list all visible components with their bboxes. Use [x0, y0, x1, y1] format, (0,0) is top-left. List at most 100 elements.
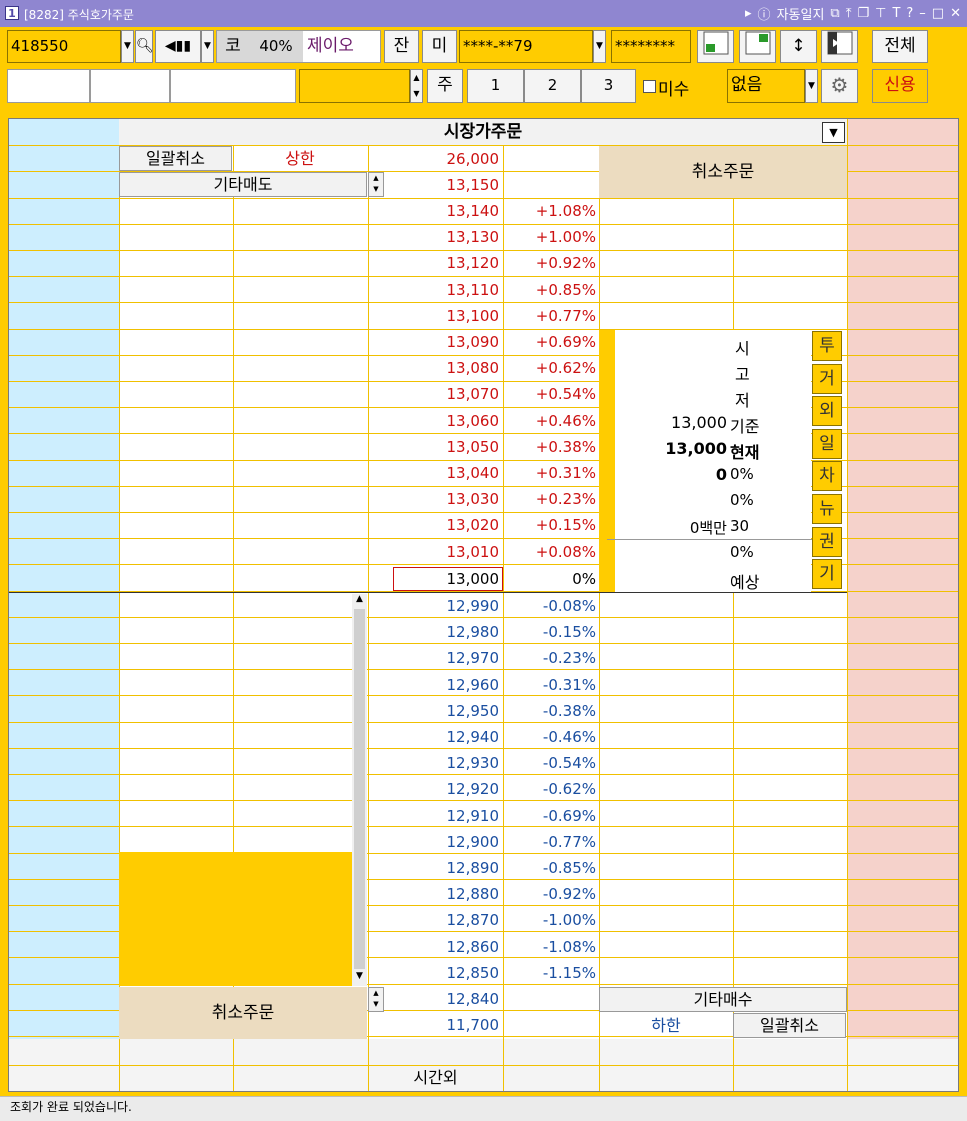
- search-icon[interactable]: 🔍︎: [135, 30, 154, 63]
- bid-price-6[interactable]: 12,930: [368, 750, 503, 776]
- top-ask-price[interactable]: 13,150: [368, 172, 503, 198]
- bid-price-8[interactable]: 12,910: [368, 803, 503, 829]
- side-tab-0[interactable]: 투: [812, 331, 842, 361]
- side-tab-6[interactable]: 권: [812, 527, 842, 557]
- cancel-all-sell-button[interactable]: 일괄취소: [119, 146, 232, 171]
- stock-code-input[interactable]: 418550: [7, 30, 121, 63]
- cancel-order-buy-button[interactable]: 취소주문: [119, 987, 367, 1039]
- all-button[interactable]: 전체: [872, 30, 928, 63]
- account-input[interactable]: ****-**79: [459, 30, 593, 63]
- auto-log-button[interactable]: 자동일지: [777, 4, 825, 23]
- lower-limit-price[interactable]: 11,700: [368, 1012, 503, 1038]
- auto-log-icon[interactable]: ⓘ: [758, 4, 771, 23]
- quantity-input[interactable]: [299, 69, 410, 103]
- password-input[interactable]: ********: [611, 30, 691, 63]
- panel-toggle-icon[interactable]: [821, 30, 858, 63]
- qty-2-button[interactable]: 2: [524, 69, 581, 103]
- ask-price-10[interactable]: 13,040: [368, 460, 503, 486]
- current-price-cell[interactable]: 13,000: [368, 566, 503, 592]
- side-tab-2[interactable]: 외: [812, 396, 842, 426]
- bid-price-7[interactable]: 12,920: [368, 776, 503, 802]
- expand-vertical-icon[interactable]: ↕: [780, 30, 817, 63]
- misu-checkbox[interactable]: [643, 80, 656, 93]
- speaker-dropdown-icon[interactable]: ▼: [201, 30, 214, 63]
- ask-price-2[interactable]: 13,120: [368, 250, 503, 276]
- bid-price-0[interactable]: 12,990: [368, 593, 503, 619]
- ask-price-3[interactable]: 13,110: [368, 277, 503, 303]
- ask-price-5[interactable]: 13,090: [368, 329, 503, 355]
- empty-field-2[interactable]: [90, 69, 170, 103]
- help-icon[interactable]: ?: [906, 6, 913, 21]
- pin-icon[interactable]: ⊤: [875, 6, 886, 21]
- bid-rate-13: -1.08%: [542, 938, 596, 956]
- credit-button[interactable]: 신용: [872, 69, 928, 103]
- bid-rate-7: -0.62%: [542, 780, 596, 798]
- ask-price-12[interactable]: 13,020: [368, 512, 503, 538]
- bid-price-12[interactable]: 12,870: [368, 907, 503, 933]
- side-tab-1[interactable]: 거: [812, 364, 842, 394]
- bid-price-10[interactable]: 12,890: [368, 855, 503, 881]
- account-dropdown-icon[interactable]: ▼: [593, 30, 606, 63]
- other-buy-button[interactable]: 기타매수: [599, 987, 847, 1012]
- ask-price-4[interactable]: 13,100: [368, 303, 503, 329]
- ask-price-13[interactable]: 13,010: [368, 539, 503, 565]
- link-icon[interactable]: ⧉: [830, 6, 839, 21]
- cancel-all-buy-button[interactable]: 일괄취소: [733, 1013, 846, 1038]
- play-icon[interactable]: ▸: [745, 6, 752, 21]
- bid-price-3[interactable]: 12,960: [368, 672, 503, 698]
- order-type-dropdown-icon[interactable]: ▼: [822, 122, 845, 143]
- side-tab-5[interactable]: 뉴: [812, 494, 842, 524]
- empty-field-1[interactable]: [7, 69, 90, 103]
- scroll-down-icon[interactable]: ▼: [352, 971, 367, 986]
- empty-field-3[interactable]: [170, 69, 296, 103]
- order-condition-select[interactable]: 없음: [727, 69, 805, 103]
- unfilled-button[interactable]: 미: [422, 30, 457, 63]
- bid-rate-5: -0.46%: [542, 728, 596, 746]
- condition-dropdown-icon[interactable]: ▼: [805, 69, 818, 103]
- buy-scrollbar[interactable]: ▲ ▼: [352, 594, 367, 986]
- bid-price-9[interactable]: 12,900: [368, 829, 503, 855]
- cancel-order-sell-button[interactable]: 취소주문: [599, 146, 847, 198]
- ask-rate-1: +1.00%: [535, 228, 596, 246]
- ask-price-1[interactable]: 13,130: [368, 224, 503, 250]
- side-tab-4[interactable]: 차: [812, 461, 842, 491]
- font-icon[interactable]: T: [892, 6, 900, 21]
- ask-price-11[interactable]: 13,030: [368, 486, 503, 512]
- bid-price-2[interactable]: 12,970: [368, 645, 503, 671]
- layout-icon-2[interactable]: [739, 30, 776, 63]
- side-tab-3[interactable]: 일: [812, 429, 842, 459]
- qty-3-button[interactable]: 3: [581, 69, 636, 103]
- ask-price-7[interactable]: 13,070: [368, 381, 503, 407]
- bid-price-13[interactable]: 12,860: [368, 934, 503, 960]
- upper-limit-price[interactable]: 26,000: [368, 146, 503, 172]
- bid-price-4[interactable]: 12,950: [368, 698, 503, 724]
- base-price-value: 13,000: [671, 413, 727, 432]
- code-dropdown-icon[interactable]: ▼: [121, 30, 134, 63]
- scroll-thumb[interactable]: [354, 609, 365, 969]
- qty-1-button[interactable]: 1: [467, 69, 524, 103]
- side-tab-7[interactable]: 기: [812, 559, 842, 589]
- speaker-icon[interactable]: ◀▮▮: [155, 30, 201, 63]
- balance-button[interactable]: 잔: [384, 30, 419, 63]
- shares-button[interactable]: 주: [427, 69, 463, 103]
- bid-price-11[interactable]: 12,880: [368, 881, 503, 907]
- quantity-stepper[interactable]: ▲ ▼: [410, 69, 423, 103]
- ask-price-6[interactable]: 13,080: [368, 355, 503, 381]
- other-sell-button[interactable]: 기타매도: [119, 172, 367, 197]
- minimize-icon[interactable]: –: [919, 6, 926, 21]
- ask-price-0[interactable]: 13,140: [368, 198, 503, 224]
- bid-price-14[interactable]: 12,850: [368, 960, 503, 986]
- ask-price-9[interactable]: 13,050: [368, 434, 503, 460]
- pin-top-icon[interactable]: ⤒: [846, 6, 852, 21]
- copy-icon[interactable]: ❐: [857, 6, 869, 21]
- close-icon[interactable]: ✕: [950, 6, 961, 21]
- layout-icon-1[interactable]: [697, 30, 734, 63]
- gear-icon[interactable]: ⚙: [821, 69, 858, 103]
- ask-price-8[interactable]: 13,060: [368, 408, 503, 434]
- bottom-bid-price[interactable]: 12,840: [368, 986, 503, 1012]
- maximize-icon[interactable]: □: [932, 6, 944, 21]
- bid-price-5[interactable]: 12,940: [368, 724, 503, 750]
- bid-price-1[interactable]: 12,980: [368, 619, 503, 645]
- bid-rate-4: -0.38%: [542, 702, 596, 720]
- scroll-up-icon[interactable]: ▲: [352, 594, 367, 609]
